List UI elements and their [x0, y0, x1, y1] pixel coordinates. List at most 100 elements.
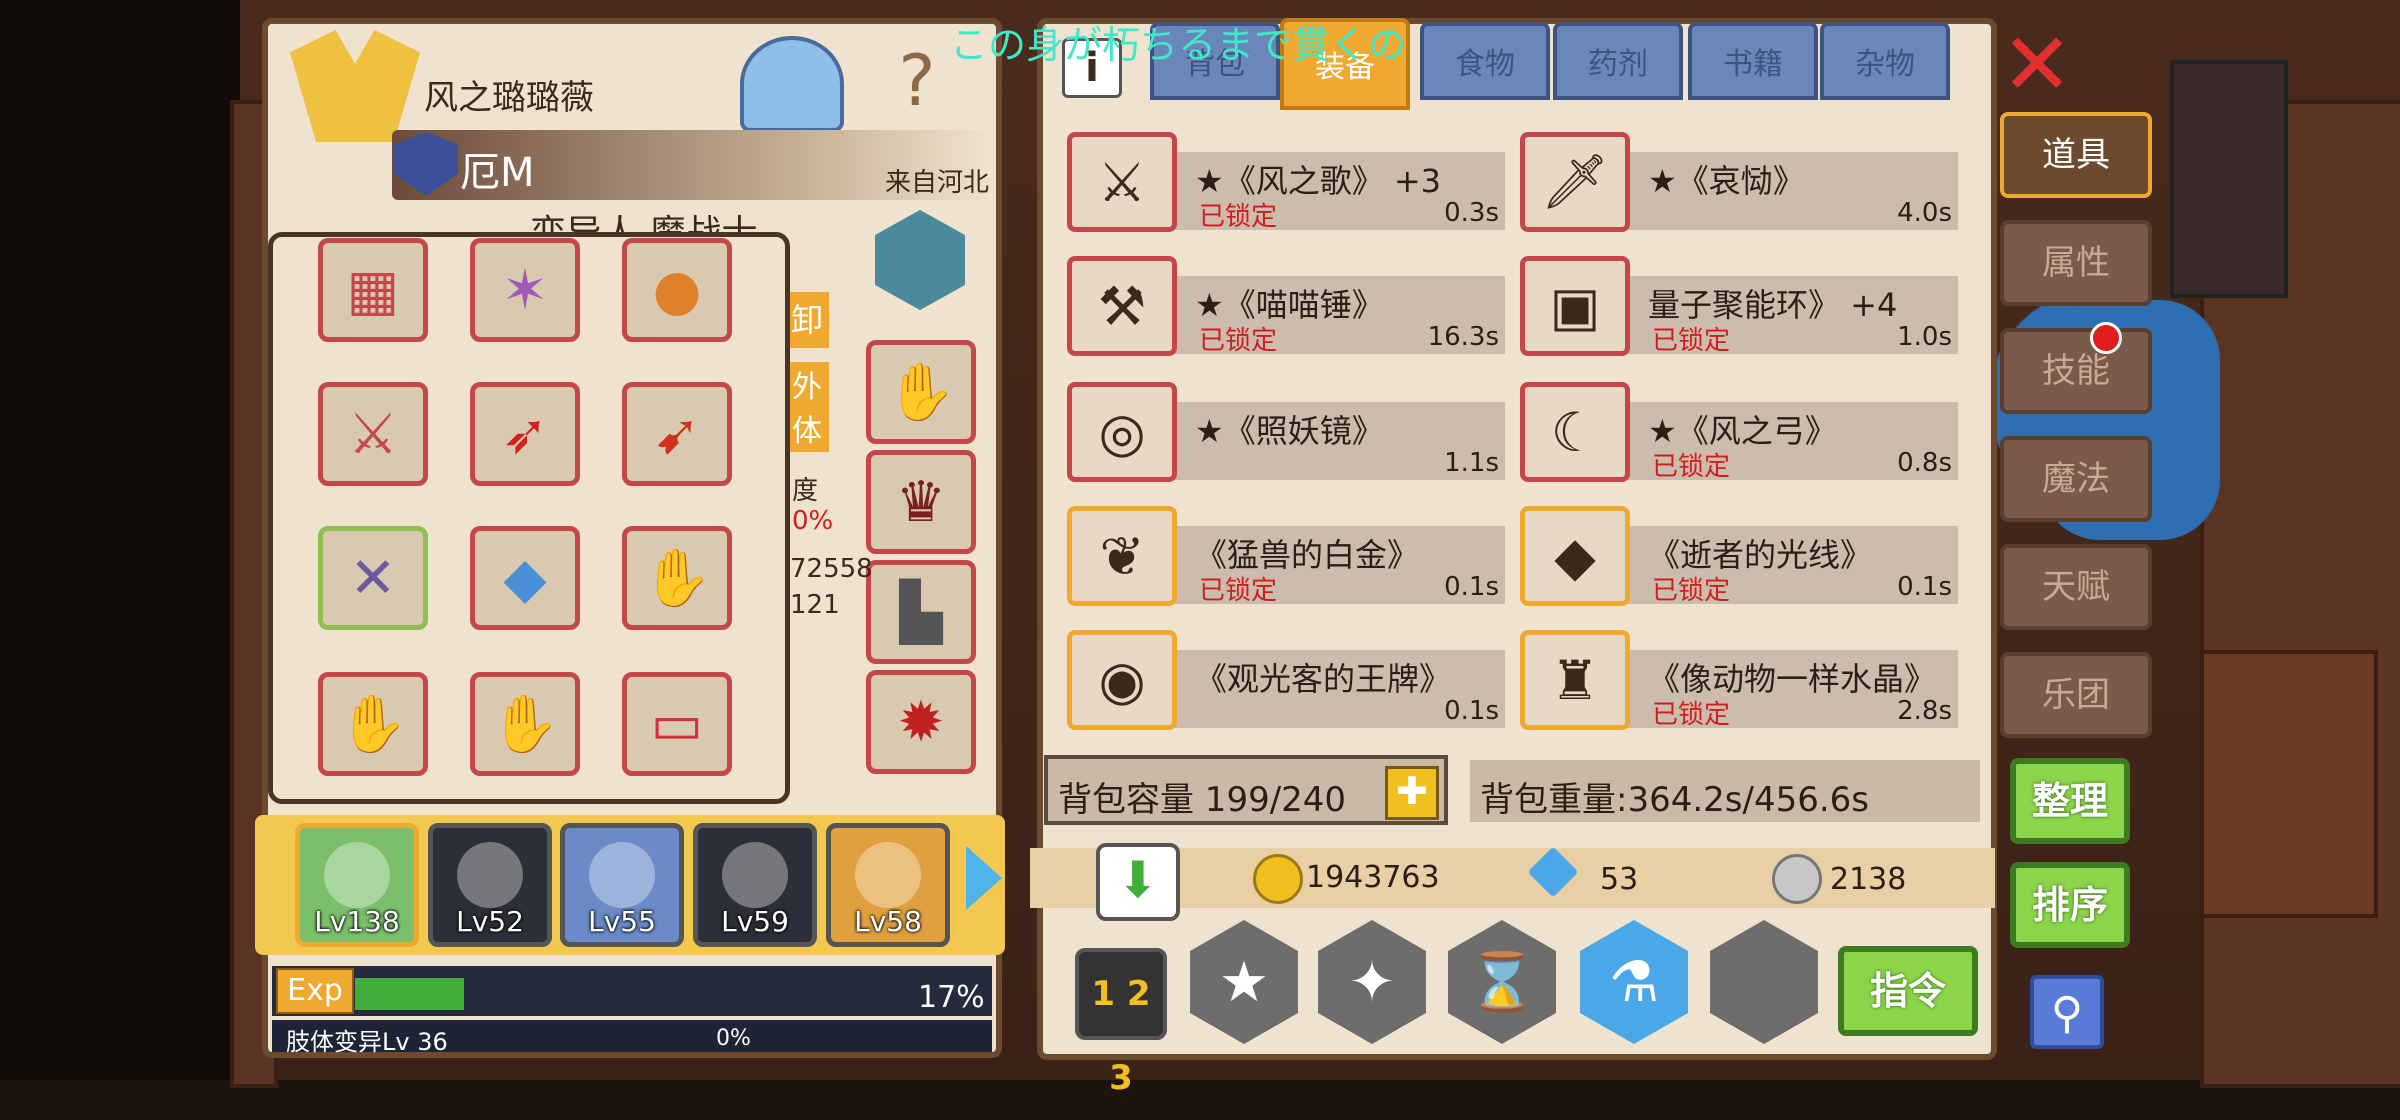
gauntlet-icon: ✋: [642, 546, 712, 611]
inventory-item[interactable]: ❦ 《猛兽的白金》 已锁定 0.1s: [1065, 506, 1505, 608]
silver-coin-icon: [1772, 854, 1822, 904]
stat-label: 度: [792, 476, 819, 506]
expand-capacity-button[interactable]: ✚: [1385, 766, 1439, 820]
crystal-helmet-icon: ◆: [503, 545, 547, 611]
sort-button[interactable]: 排序: [2010, 862, 2130, 948]
item-weight: 0.1s: [1897, 572, 1952, 602]
stat-value-1: 72558: [790, 554, 873, 584]
stat-value-2: 121: [790, 590, 840, 620]
item-lock-status: 已锁定: [1652, 576, 1731, 606]
equip-slot[interactable]: ▦: [318, 238, 428, 342]
notification-dot: [2090, 322, 2122, 354]
party-member[interactable]: Lv138: [295, 823, 419, 947]
side-tab-1[interactable]: 属性: [2000, 220, 2152, 306]
inventory-item[interactable]: ◎ ★《照妖镜》 1.1s: [1065, 382, 1505, 484]
tab-3[interactable]: 药剂: [1553, 22, 1683, 100]
close-icon[interactable]: ✕: [2000, 22, 2074, 108]
item-lock-status: 已锁定: [1199, 576, 1278, 606]
equip-slot[interactable]: ➶: [470, 382, 580, 486]
mirror-icon: ◎: [1067, 382, 1177, 482]
inventory-item[interactable]: ☾ ★《风之弓》 已锁定 0.8s: [1518, 382, 1958, 484]
side-tab-3[interactable]: 魔法: [2000, 436, 2152, 522]
appearance-button[interactable]: 外 体: [785, 362, 829, 452]
item-weight: 0.1s: [1444, 696, 1499, 726]
equip-slot[interactable]: ✋: [318, 672, 428, 776]
download-icon[interactable]: ⬇: [1096, 843, 1180, 921]
equip-slot-boots[interactable]: ▙: [866, 560, 976, 664]
tab-5[interactable]: 杂物: [1820, 22, 1950, 100]
exp-fill: [355, 978, 464, 1010]
equip-slot[interactable]: ✋: [622, 526, 732, 630]
item-weight: 0.8s: [1897, 448, 1952, 478]
item-weight: 0.1s: [1444, 572, 1499, 602]
item-lock-status: 已锁定: [1199, 326, 1278, 356]
member-level: Lv58: [854, 905, 922, 938]
party-member[interactable]: Lv52: [428, 823, 552, 947]
feather-icon: ❦: [1067, 506, 1177, 606]
dark-figure-avatar: [722, 842, 788, 908]
numbered-order-button[interactable]: 1 2 3: [1075, 948, 1167, 1098]
equip-slot[interactable]: ⚔: [318, 382, 428, 486]
tab-4[interactable]: 书籍: [1688, 22, 1818, 100]
spiked-helmet-icon: ♛: [895, 469, 947, 535]
tab-2[interactable]: 食物: [1420, 22, 1550, 100]
green-hair-girl-avatar: [324, 842, 390, 908]
chair-decor: [2200, 650, 2378, 918]
wind-sword-icon: ⚔: [1067, 132, 1177, 232]
flame-spear-icon: ➹: [653, 401, 701, 467]
item-weight: 0.3s: [1444, 198, 1499, 228]
side-tab-4[interactable]: 天赋: [2000, 544, 2152, 630]
red-belt-icon: ▭: [650, 691, 704, 757]
character-origin: 来自河北: [885, 168, 990, 198]
inventory-item[interactable]: ◉ 《观光客的王牌》 0.1s: [1065, 630, 1505, 732]
item-name: 《观光客的王牌》: [1195, 660, 1452, 698]
equip-slot-helmet[interactable]: ♛: [866, 450, 976, 554]
party-member[interactable]: Lv59: [693, 823, 817, 947]
side-tab-5[interactable]: 乐团: [2000, 652, 2152, 738]
command-button[interactable]: 指令: [1838, 946, 1978, 1036]
exp-percent: 17%: [918, 980, 985, 1015]
equip-slot-gauntlet[interactable]: ✋: [866, 340, 976, 444]
party-next-arrow-icon[interactable]: [966, 846, 1002, 910]
member-level: Lv55: [588, 905, 656, 938]
inventory-item[interactable]: ♜ 《像动物一样水晶》 已锁定 2.8s: [1518, 630, 1958, 732]
tidy-button[interactable]: 整理: [2010, 758, 2130, 844]
inventory-item[interactable]: ◆ 《逝者的光线》 已锁定 0.1s: [1518, 506, 1958, 608]
sub-exp-percent: 0%: [716, 1026, 751, 1051]
gold-coin-icon: [1253, 854, 1303, 904]
equip-slot[interactable]: ✕: [318, 526, 428, 630]
crossed-blades-icon: ✕: [349, 545, 397, 611]
inventory-item[interactable]: 🗡 ★《哀恸》 4.0s: [1518, 132, 1958, 234]
crystal-orb-icon[interactable]: [740, 36, 844, 132]
party-member[interactable]: Lv58: [826, 823, 950, 947]
item-name: ★《哀恸》: [1648, 162, 1805, 200]
item-weight: 1.0s: [1897, 322, 1952, 352]
inventory-item[interactable]: ⚔ ★《风之歌》 +3 已锁定 0.3s: [1065, 132, 1505, 234]
item-lock-status: 已锁定: [1652, 326, 1731, 356]
iron-boots-icon: ▙: [899, 579, 943, 645]
lyric-overlay: この身が朽ちるまで貫くの: [950, 23, 1407, 67]
unequip-button[interactable]: 卸: [785, 292, 829, 348]
equip-slot[interactable]: ▭: [622, 672, 732, 776]
equip-slot[interactable]: ●: [622, 238, 732, 342]
equip-slot-accessory[interactable]: ✹: [866, 670, 976, 774]
silver-amount: 2138: [1830, 862, 1907, 897]
equip-slot[interactable]: ✶: [470, 238, 580, 342]
side-tab-0[interactable]: 道具: [2000, 112, 2152, 198]
equip-slot[interactable]: ➹: [622, 382, 732, 486]
item-lock-status: 已锁定: [1199, 202, 1278, 232]
inventory-item[interactable]: ⚒ ★《喵喵锤》 已锁定 16.3s: [1065, 256, 1505, 358]
stat-percent: 0%: [792, 506, 834, 536]
backpack-weight: 背包重量:364.2s/456.6s: [1480, 780, 1870, 820]
member-level: Lv52: [456, 905, 524, 938]
search-icon[interactable]: ⚲: [2030, 975, 2104, 1049]
equip-slot[interactable]: ✋: [470, 672, 580, 776]
party-member[interactable]: Lv55: [560, 823, 684, 947]
gem-amount: 53: [1600, 862, 1639, 897]
green-gem-icon: ◆: [1520, 506, 1630, 606]
side-tab-2[interactable]: 技能: [2000, 328, 2152, 414]
equip-slot[interactable]: ◆: [470, 526, 580, 630]
inventory-item[interactable]: ▣ 量子聚能环》 +4 已锁定 1.0s: [1518, 256, 1958, 358]
quantum-ring-icon: ▣: [1520, 256, 1630, 356]
pumpkin-icon: ●: [652, 257, 702, 323]
